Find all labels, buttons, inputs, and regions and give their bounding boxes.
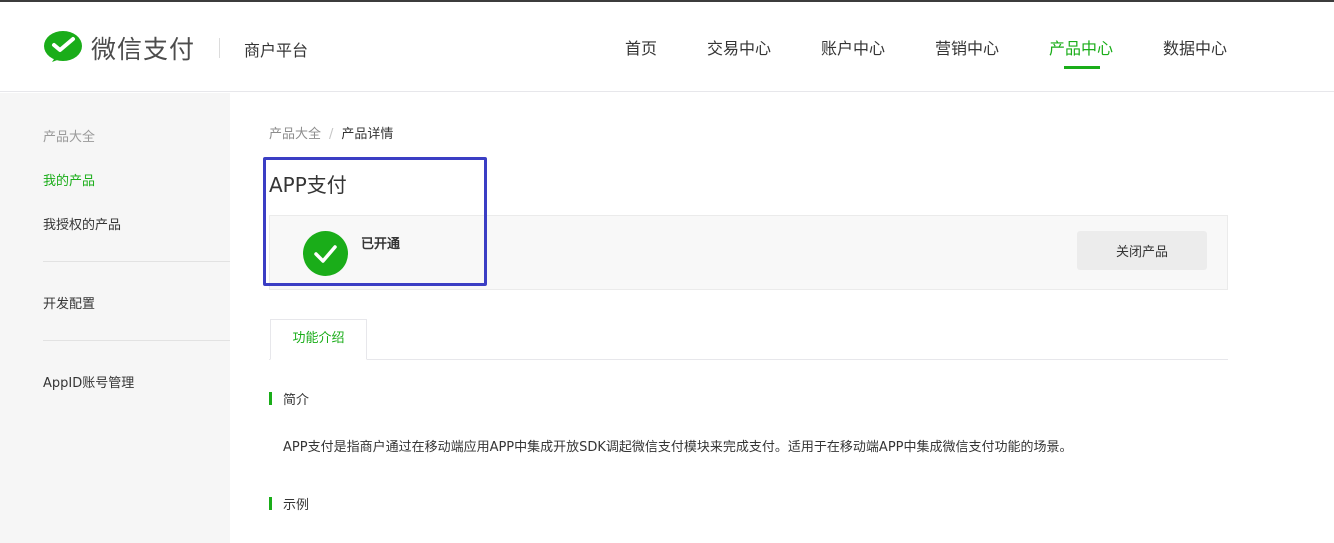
nav-account-center[interactable]: 账户中心 [821, 35, 885, 59]
main-content: 产品大全 / 产品详情 APP支付 已开通 关闭产品 功能介绍 简介 APP支付是指… [230, 93, 1334, 543]
sidebar-divider [43, 340, 230, 341]
section-heading-example: 示例 [269, 494, 309, 513]
close-product-button[interactable]: 关闭产品 [1077, 231, 1207, 270]
tab-bar: 功能介绍 [269, 319, 1228, 360]
breadcrumb-separator: / [329, 127, 334, 142]
nav-product-center[interactable]: 产品中心 [1049, 35, 1113, 59]
nav-home[interactable]: 首页 [625, 35, 657, 59]
sidebar-item-authorized-products[interactable]: 我授权的产品 [43, 214, 121, 233]
intro-description: APP支付是指商户通过在移动端应用APP中集成开放SDK调起微信支付模块来完成支… [283, 440, 1073, 455]
status-label: 已开通 [361, 237, 401, 252]
sidebar-item-appid-management[interactable]: AppID账号管理 [43, 372, 134, 391]
top-header: 微信支付 商户平台 首页 交易中心 账户中心 营销中心 产品中心 数据中心 [0, 4, 1334, 92]
sidebar-item-dev-config[interactable]: 开发配置 [43, 293, 95, 312]
check-circle-icon [303, 231, 348, 276]
sidebar-group-title: 产品大全 [43, 130, 96, 145]
nav-trade-center[interactable]: 交易中心 [707, 35, 771, 59]
section-accent-bar [269, 392, 272, 405]
sidebar-divider [43, 261, 230, 262]
section-heading-intro: 简介 [269, 389, 309, 408]
main-nav: 首页 交易中心 账户中心 营销中心 产品中心 数据中心 [0, 35, 1334, 92]
section-title-example: 示例 [283, 498, 310, 513]
section-accent-bar [269, 497, 272, 510]
page-title: APP支付 [269, 173, 347, 197]
sidebar-item-my-products[interactable]: 我的产品 [43, 170, 95, 189]
breadcrumb: 产品大全 / 产品详情 [269, 123, 393, 142]
sidebar: 产品大全 我的产品 我授权的产品 开发配置 AppID账号管理 [0, 93, 230, 543]
breadcrumb-current: 产品详情 [341, 127, 394, 142]
checkmark-icon [314, 245, 337, 263]
section-title-intro: 简介 [283, 393, 310, 408]
nav-marketing-center[interactable]: 营销中心 [935, 35, 999, 59]
nav-data-center[interactable]: 数据中心 [1163, 35, 1227, 59]
product-status-panel: 已开通 关闭产品 [269, 215, 1228, 290]
tab-feature-intro[interactable]: 功能介绍 [270, 319, 367, 360]
breadcrumb-parent[interactable]: 产品大全 [269, 127, 321, 142]
nav-active-underline [1064, 66, 1100, 69]
